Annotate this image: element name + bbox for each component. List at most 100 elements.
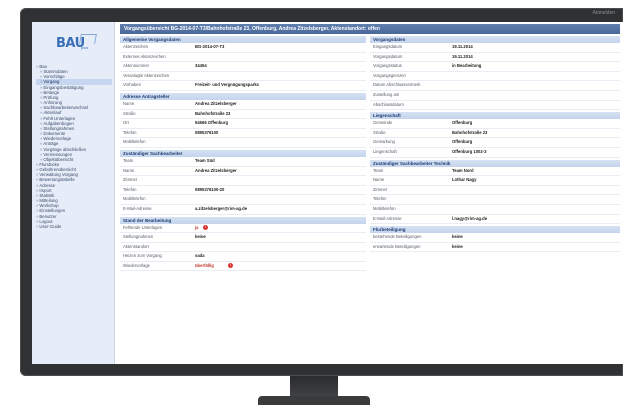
field-label: Zustellung am [373, 91, 400, 97]
field-label: Zimmer [123, 177, 138, 183]
field-label: Gemarkung [373, 139, 395, 145]
field-value: sada [195, 253, 205, 259]
table-row: Datum Abschlussvermerk [370, 81, 620, 91]
field-label: Veranlagte Aktenzeichen [123, 72, 170, 78]
table-row: Telefon 0895376100-20 [120, 186, 366, 196]
table-row: Externes Aktenzeichen [120, 53, 366, 63]
field-value: Andrea Zitzelsberger [195, 100, 237, 106]
field-label: Vorgangsdatum [373, 53, 403, 59]
field-label: Mobiltelefon [123, 139, 146, 145]
table-row: Zustellung am [370, 91, 620, 101]
alert-icon[interactable]: ! [203, 224, 209, 230]
field-label: bestehende Beteiligungen [373, 234, 422, 240]
table-row: Mobiltelefon [120, 138, 366, 148]
table-row: Gemeinde Offenburg [370, 119, 620, 129]
right-column: Vorgangsdaten Eingangsdatum 19.11.2014 Vorg… [370, 34, 620, 253]
table-row: Gemarkung Offenburg [370, 138, 620, 148]
section-header: Adresse Antragsteller [120, 92, 366, 100]
table-row: Name Lothar Nagy [370, 176, 620, 186]
field-value: Offenburg [452, 139, 473, 145]
sidebar-item-label: User-Guide [39, 223, 62, 229]
table-row: Team Team Süd [120, 157, 366, 167]
field-label: Datum Abschlussvermerk [373, 82, 421, 88]
table-row: Straße Bahnhofstraße 23 [370, 129, 620, 139]
section-header: Liegenschaft [370, 112, 620, 120]
field-label: Aktenzeichen [123, 44, 149, 49]
alert-icon[interactable]: ! [228, 263, 233, 269]
table-row: Eingangsdatum 19.11.2014 [370, 43, 620, 53]
table-row: Vorhaben Freizeit- und Vergnügungsparks [120, 81, 366, 91]
table-row: Aktennummer 34454 [120, 62, 366, 72]
table-row: Liegenschaft Offenburg 1002-3 [370, 148, 620, 158]
table-row: Wiedervorlage überfällig! [120, 262, 366, 272]
table-row: Mobiltelefon [120, 195, 366, 205]
field-label: Name [123, 100, 135, 106]
field-label: Stellungnahmen [123, 234, 154, 240]
field-label: Fehlende Unterlagen [123, 224, 163, 230]
bezel-top: Abmelden [20, 8, 623, 22]
table-row: Vorgangsstatus in Bearbeitung [370, 62, 620, 72]
field-label: Eingangsdatum [373, 44, 403, 49]
field-label: Telefon [373, 196, 387, 202]
field-value: Freizeit- und Vergnügungsparks [195, 82, 259, 88]
field-label: Mobiltelefon [123, 196, 146, 202]
section-header: Vorgangsdaten [370, 36, 620, 43]
table-row: Vorgangsgrenzen [370, 72, 620, 82]
app-logo[interactable]: BAU plus [54, 32, 100, 56]
table-row: Straße Bahnhofstraße 23 [120, 110, 366, 120]
field-value: 0895376100-20 [195, 186, 225, 192]
field-value: keine [452, 234, 463, 240]
field-label: erwartende Beteiligungen [373, 243, 421, 249]
table-row: Aktenstandort [120, 243, 366, 253]
field-value: Andrea Zitzelsberger [195, 167, 237, 173]
table-row: Ort 54566 Offenburg [120, 119, 366, 129]
table-row: Vorgangsdatum 19.11.2014 [370, 53, 620, 63]
left-column: Allgemeine Vorgangsdaten Aktenzeichen BG-2… [120, 34, 366, 272]
field-value: l.nagy@rim-ag.de [452, 215, 488, 221]
field-value: Lothar Nagy [452, 177, 477, 183]
section-header: Zuständiger Sachbearbeiter Technik [370, 159, 620, 167]
field-value: 19.11.2014 [452, 53, 473, 59]
table-row: Veranlagte Aktenzeichen [120, 72, 366, 82]
field-label: Heizen zum Vorgang [123, 253, 162, 259]
field-value: Bahnhofstraße 23 [195, 110, 231, 116]
sidebar-item[interactable]: »User-Guide [36, 224, 112, 229]
table-row: Zimmer [370, 186, 620, 196]
field-label: Wiedervorlage [123, 262, 150, 268]
field-label: Telefon [123, 129, 137, 135]
field-value: a.zitzelsberger@rim-ag.de [195, 205, 248, 211]
table-row: Heizen zum Vorgang sada [120, 252, 366, 262]
field-label: Telefon [123, 186, 137, 192]
field-value: Offenburg [452, 120, 473, 126]
main-content: Vorgangsübersicht BG-2014-07-T3/Bahnhofs… [120, 24, 620, 294]
app-screen: BAU plus »Bau »Stammdaten »Vorschläge »Vorg… [32, 22, 623, 364]
field-label: Straße [373, 129, 386, 135]
table-row: bestehende Beteiligungen keine [370, 233, 620, 243]
badge-wrap: ! [227, 262, 233, 271]
page-title: Vorgangsübersicht BG-2014-07-T3/Bahnhofs… [120, 24, 620, 34]
section-header: Stand der Bearbeitung [120, 216, 366, 224]
table-row: E-Mail-Adresse l.nagy@rim-ag.de [370, 215, 620, 225]
sidebar-nav: »Bau »Stammdaten »Vorschläge »Vorgang »Einga… [36, 64, 112, 229]
section-header: Allgemeine Vorgangsdaten [120, 36, 366, 43]
field-label: Team [123, 157, 134, 163]
field-value: Team Süd [195, 157, 215, 163]
field-label: Straße [123, 110, 136, 116]
field-value: keine [452, 243, 463, 249]
field-value: ja [195, 224, 199, 230]
field-value: 0895376100 [195, 129, 219, 135]
field-label: Mobiltelefon [373, 205, 396, 211]
field-label: Zimmer [373, 186, 388, 192]
table-row: Telefon [370, 195, 620, 205]
table-row: Abschlussdatum [370, 101, 620, 111]
logout-link[interactable]: Abmelden [592, 10, 615, 16]
field-value: Team Nord [452, 167, 474, 173]
table-row: Fehlende Unterlagen ja! [120, 224, 366, 234]
monitor-stand-base [258, 396, 370, 405]
field-value: in Bearbeitung [452, 63, 482, 69]
table-row: erwartende Beteiligungen keine [370, 243, 620, 253]
badge-wrap: ! [202, 224, 209, 233]
section-header: Flurbeteiligung [370, 226, 620, 234]
field-value: BG-2014-07-T3 [195, 44, 225, 49]
table-row: Name Andrea Zitzelsberger [120, 167, 366, 177]
